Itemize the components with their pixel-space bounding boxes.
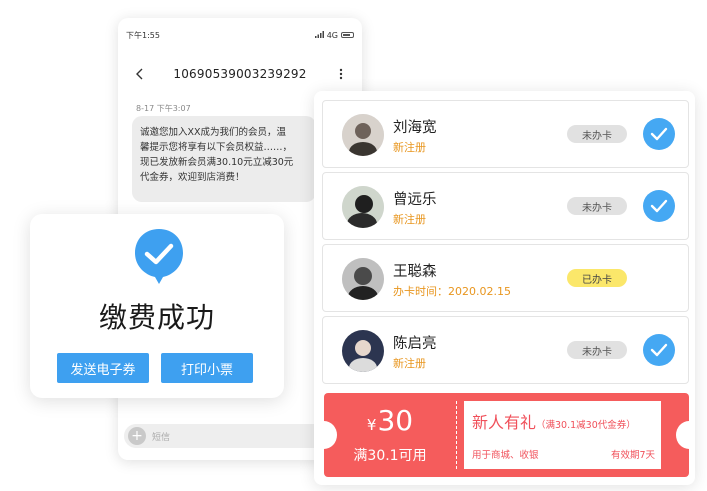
coupon-title-note: （满30.1减30代金券） [536,420,636,431]
back-arrow-icon[interactable] [132,67,146,81]
checkmark-icon[interactable] [643,334,675,366]
member-status: 新注册 [393,213,426,226]
checkmark-icon[interactable] [643,190,675,222]
avatar [342,186,384,228]
coupon-condition: 满30.1可用 [353,448,427,464]
avatar [342,258,384,300]
currency-symbol: ¥ [366,416,377,434]
coupon-title: 新人有礼（满30.1减30代金券） [472,409,654,433]
member-row[interactable]: 刘海宽 新注册 未办卡 [322,100,689,168]
new-member-coupon[interactable]: ¥30 满30.1可用 新人有礼（满30.1减30代金券） 用于商城、收银 有效… [324,393,689,477]
avatar [342,330,384,372]
member-status: 新注册 [393,357,426,370]
plus-icon[interactable]: + [128,427,146,445]
member-name: 王聪森 [393,264,437,280]
coupon-title-text: 新人有礼 [472,413,537,432]
payment-success-card: 缴费成功 发送电子券 打印小票 [30,214,284,398]
member-row[interactable]: 王聪森 办卡时间：2020.02.15 已办卡 [322,244,689,312]
message-line: 馨提示您将享有以下会员权益……， [140,142,293,153]
member-name: 刘海宽 [393,120,437,136]
member-row[interactable]: 曾远乐 新注册 未办卡 [322,172,689,240]
member-card-date: 办卡时间：2020.02.15 [393,285,511,298]
sms-nav-bar: 10690539003239292 [118,58,362,90]
card-status-badge: 未办卡 [567,125,627,143]
status-bar: 下午1:55 4G [118,18,362,42]
sender-number: 10690539003239292 [173,67,307,81]
member-list-panel: 刘海宽 新注册 未办卡 曾远乐 新注册 未办卡 王聪森 办卡时间：2020.02… [314,91,695,485]
status-time: 下午1:55 [126,30,160,40]
signal-icon [314,30,324,40]
coupon-divider [456,401,457,469]
send-coupon-button[interactable]: 发送电子券 [57,353,149,383]
avatar [342,114,384,156]
network-type: 4G [326,30,338,40]
message-bubble: 诚邀您加入XX成为我们的会员，温 馨提示您将享有以下会员权益……， 现已发放新会… [132,116,316,202]
check-badge-icon [133,227,185,285]
coupon-validity: 有效期7天 [610,450,655,461]
checkmark-icon[interactable] [643,118,675,150]
print-receipt-button[interactable]: 打印小票 [161,353,253,383]
member-name: 曾远乐 [393,192,437,208]
card-status-badge: 已办卡 [567,269,627,287]
card-status-badge: 未办卡 [567,341,627,359]
coupon-usage: 用于商城、收银 [472,450,539,461]
coupon-amount-value: 30 [377,404,414,437]
battery-icon [341,32,354,38]
coupon-value-section: ¥30 满30.1可用 [324,393,456,477]
member-row[interactable]: 陈启亮 新注册 未办卡 [322,316,689,384]
payment-success-title: 缴费成功 [98,301,215,334]
message-line: 诚邀您加入XX成为我们的会员，温 [140,127,287,138]
message-timestamp: 8-17 下午3:07 [136,104,191,113]
member-status: 新注册 [393,141,426,154]
message-input-placeholder[interactable]: 短信 [152,430,170,443]
status-icons: 4G [314,30,354,40]
coupon-info-section: 新人有礼（满30.1减30代金券） 用于商城、收银 有效期7天 [464,401,661,469]
coupon-amount: ¥30 [324,404,456,437]
coupon-notch [676,421,689,449]
member-name: 陈启亮 [393,336,437,352]
more-vertical-icon[interactable] [334,67,348,81]
message-line: 现已发放新会员满30.10元立减30元 [140,157,294,168]
message-line: 代金券，欢迎到店消费！ [140,172,245,183]
card-status-badge: 未办卡 [567,197,627,215]
coupon-footer: 用于商城、收银 有效期7天 [472,447,655,461]
